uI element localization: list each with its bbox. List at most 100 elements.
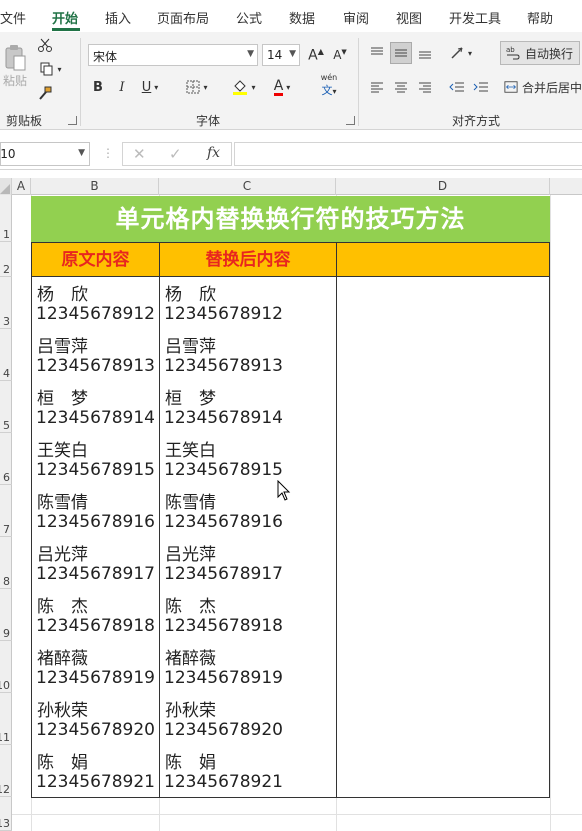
orientation-button[interactable]: ▾ [446,42,476,64]
table-cell-b[interactable]: 吕光萍 12345678917 [31,537,160,590]
name-box[interactable]: D10 ▼ [0,142,90,166]
tab-view[interactable]: 视图 [396,8,422,27]
table-cell-c[interactable]: 陈 娟 12345678921 [159,745,337,798]
decrease-font-button[interactable]: A▼ [330,44,350,66]
row-number: 7 [3,523,10,536]
table-cell-b[interactable]: 吕雪萍 12345678913 [31,329,160,382]
table-cell-b[interactable]: 褚醉薇 12345678919 [31,641,160,694]
row-header[interactable]: 13 [0,797,12,831]
table-cell-b[interactable]: 陈 杰 12345678918 [31,589,160,642]
row-header[interactable]: 7 [0,485,12,537]
copy-button[interactable]: ▾ [36,60,66,78]
table-cell-c[interactable]: 吕雪萍 12345678913 [159,329,337,382]
font-launcher[interactable] [346,116,355,125]
table-cell-d[interactable] [336,485,550,538]
fill-color-button[interactable]: ▾ [228,76,260,98]
merge-center-button[interactable]: 合并后居中 [500,76,582,98]
column-header-d[interactable]: D [336,178,550,195]
table-cell-b[interactable]: 杨 欣 12345678912 [31,277,160,330]
table-cell-d[interactable] [336,277,550,330]
insert-function-icon[interactable]: fx [207,145,220,161]
table-cell-b[interactable]: 陈 娟 12345678921 [31,745,160,798]
row-header[interactable]: 3 [0,277,12,329]
tab-insert[interactable]: 插入 [105,8,131,27]
bottom-align-button[interactable] [414,42,436,64]
column-header-a[interactable]: A [12,178,31,195]
sheet-title-cell[interactable]: 单元格内替换换行符的技巧方法 [31,196,550,242]
bold-button[interactable]: B [88,76,108,98]
row-header[interactable]: 9 [0,589,12,641]
row-header[interactable]: 12 [0,745,12,797]
select-all-corner[interactable] [0,178,12,195]
table-cell-c[interactable]: 王笑白 12345678915 [159,433,337,486]
row-header[interactable]: 8 [0,537,12,589]
table-cell-d[interactable] [336,329,550,382]
table-cell-d[interactable] [336,589,550,642]
increase-indent-button[interactable] [470,76,492,98]
tab-home[interactable]: 开始 [52,8,78,27]
tab-file[interactable]: 文件 [0,8,26,27]
header-cell-original[interactable]: 原文内容 [31,242,160,277]
table-cell-c[interactable]: 孙秋荣 12345678920 [159,693,337,746]
cut-button[interactable] [36,36,54,54]
clipboard-launcher[interactable] [68,116,77,125]
table-cell-b[interactable]: 孙秋荣 12345678920 [31,693,160,746]
underline-button[interactable]: U ▾ [136,76,164,98]
tab-page-layout[interactable]: 页面布局 [157,8,209,27]
table-cell-b[interactable]: 陈雪倩 12345678916 [31,485,160,538]
align-center-button[interactable] [390,76,412,98]
align-left-button[interactable] [366,76,388,98]
worksheet-grid[interactable]: A B C D 1 2 3 4 5 6 7 8 9 10 11 12 13 单元… [0,178,582,831]
table-cell-c[interactable]: 褚醉薇 12345678919 [159,641,337,694]
table-cell-c[interactable]: 吕光萍 12345678917 [159,537,337,590]
cell-phone-text: 12345678913 [36,356,155,376]
tab-review[interactable]: 审阅 [343,8,369,27]
header-cell-empty[interactable] [336,242,550,277]
divider [358,38,359,126]
table-cell-d[interactable] [336,381,550,434]
table-cell-c[interactable]: 杨 欣 12345678912 [159,277,337,330]
enter-icon[interactable]: ✓ [169,145,182,163]
font-name-select[interactable]: 宋体 ▼ [88,44,258,66]
table-cell-d[interactable] [336,641,550,694]
table-cell-d[interactable] [336,537,550,590]
table-cell-d[interactable] [336,745,550,798]
table-cell-b[interactable]: 桓 梦 12345678914 [31,381,160,434]
row-header[interactable]: 2 [0,242,12,277]
row-header[interactable]: 4 [0,329,12,381]
top-align-button[interactable] [366,42,388,64]
table-cell-d[interactable] [336,693,550,746]
row-header[interactable]: 5 [0,381,12,433]
font-size-select[interactable]: 14 ▼ [262,44,300,66]
header-cell-replaced[interactable]: 替换后内容 [159,242,337,277]
tab-help[interactable]: 帮助 [527,8,553,27]
phonetic-guide-button[interactable]: wén 文▾ [312,72,346,98]
table-cell-c[interactable]: 陈雪倩 12345678916 [159,485,337,538]
format-painter-button[interactable] [36,84,54,102]
table-cell-c[interactable]: 桓 梦 12345678914 [159,381,337,434]
row-header[interactable]: 6 [0,433,12,485]
italic-button[interactable]: I [112,76,132,98]
table-cell-c[interactable]: 陈 杰 12345678918 [159,589,337,642]
decrease-indent-button[interactable] [446,76,468,98]
cancel-icon[interactable]: ✕ [133,145,146,163]
font-color-button[interactable]: A ▾ [266,76,298,98]
table-cell-d[interactable] [336,433,550,486]
paste-button[interactable]: 粘贴 [2,38,28,94]
tab-developer[interactable]: 开发工具 [449,8,501,27]
middle-align-button[interactable] [390,42,412,64]
wrap-text-button[interactable]: ab 自动换行 [500,41,580,65]
column-header-b[interactable]: B [31,178,159,195]
borders-button[interactable]: ▾ [182,76,212,98]
tab-formulas[interactable]: 公式 [236,8,262,27]
align-right-button[interactable] [414,76,436,98]
row-header[interactable]: 10 [0,641,12,693]
row-header[interactable]: 11 [0,693,12,745]
table-cell-b[interactable]: 王笑白 12345678915 [31,433,160,486]
increase-font-button[interactable]: A▲ [306,44,326,66]
row-header[interactable]: 1 [0,195,12,242]
formula-input[interactable] [234,142,582,166]
column-header-c[interactable]: C [159,178,336,195]
tab-data[interactable]: 数据 [289,8,315,27]
align-left-icon [371,82,383,93]
